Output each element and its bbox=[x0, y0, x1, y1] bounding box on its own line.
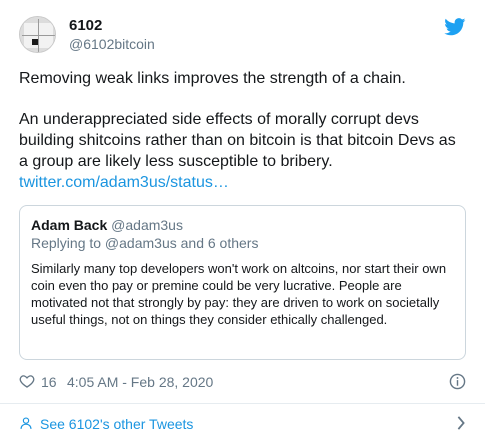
author-names: 6102 @6102bitcoin bbox=[69, 16, 155, 54]
tweet-header: 6102 @6102bitcoin bbox=[19, 16, 466, 58]
footer[interactable]: See 6102's other Tweets bbox=[19, 413, 466, 435]
embedded-tweet: 6102 @6102bitcoin Removing weak links im… bbox=[0, 0, 485, 436]
tweet-text: Removing weak links improves the strengt… bbox=[19, 68, 466, 193]
chevron-right-icon[interactable] bbox=[456, 416, 466, 430]
tweet-paragraph-1: Removing weak links improves the strengt… bbox=[19, 70, 406, 87]
quoted-tweet[interactable]: Adam Back @adam3us Replying to @adam3us … bbox=[19, 205, 466, 360]
quoted-tweet-link[interactable]: twitter.com/adam3us/status… bbox=[19, 174, 229, 191]
tweet-paragraph-2: An underappreciated side effects of mora… bbox=[19, 111, 456, 170]
divider bbox=[0, 403, 485, 404]
replying-to-line: Replying to @adam3us and 6 others bbox=[31, 235, 259, 251]
quoted-author-handle: @adam3us bbox=[111, 217, 183, 233]
heart-icon[interactable] bbox=[19, 373, 35, 389]
timestamp[interactable]: 4:05 AM - Feb 28, 2020 bbox=[67, 374, 213, 390]
like-count[interactable]: 16 bbox=[41, 374, 57, 390]
quoted-author: Adam Back @adam3us bbox=[31, 216, 454, 234]
display-name[interactable]: 6102 bbox=[69, 16, 155, 35]
see-other-tweets-link[interactable]: See 6102's other Tweets bbox=[40, 416, 193, 432]
info-icon[interactable] bbox=[449, 373, 466, 390]
quoted-author-name: Adam Back bbox=[31, 217, 108, 233]
author-handle[interactable]: @6102bitcoin bbox=[69, 35, 155, 54]
person-icon bbox=[20, 417, 32, 429]
tweet-meta: 16 4:05 AM - Feb 28, 2020 bbox=[19, 370, 466, 394]
avatar[interactable] bbox=[19, 16, 56, 53]
twitter-bird-icon[interactable] bbox=[444, 18, 466, 36]
quoted-tweet-text: Similarly many top developers won't work… bbox=[31, 261, 447, 327]
